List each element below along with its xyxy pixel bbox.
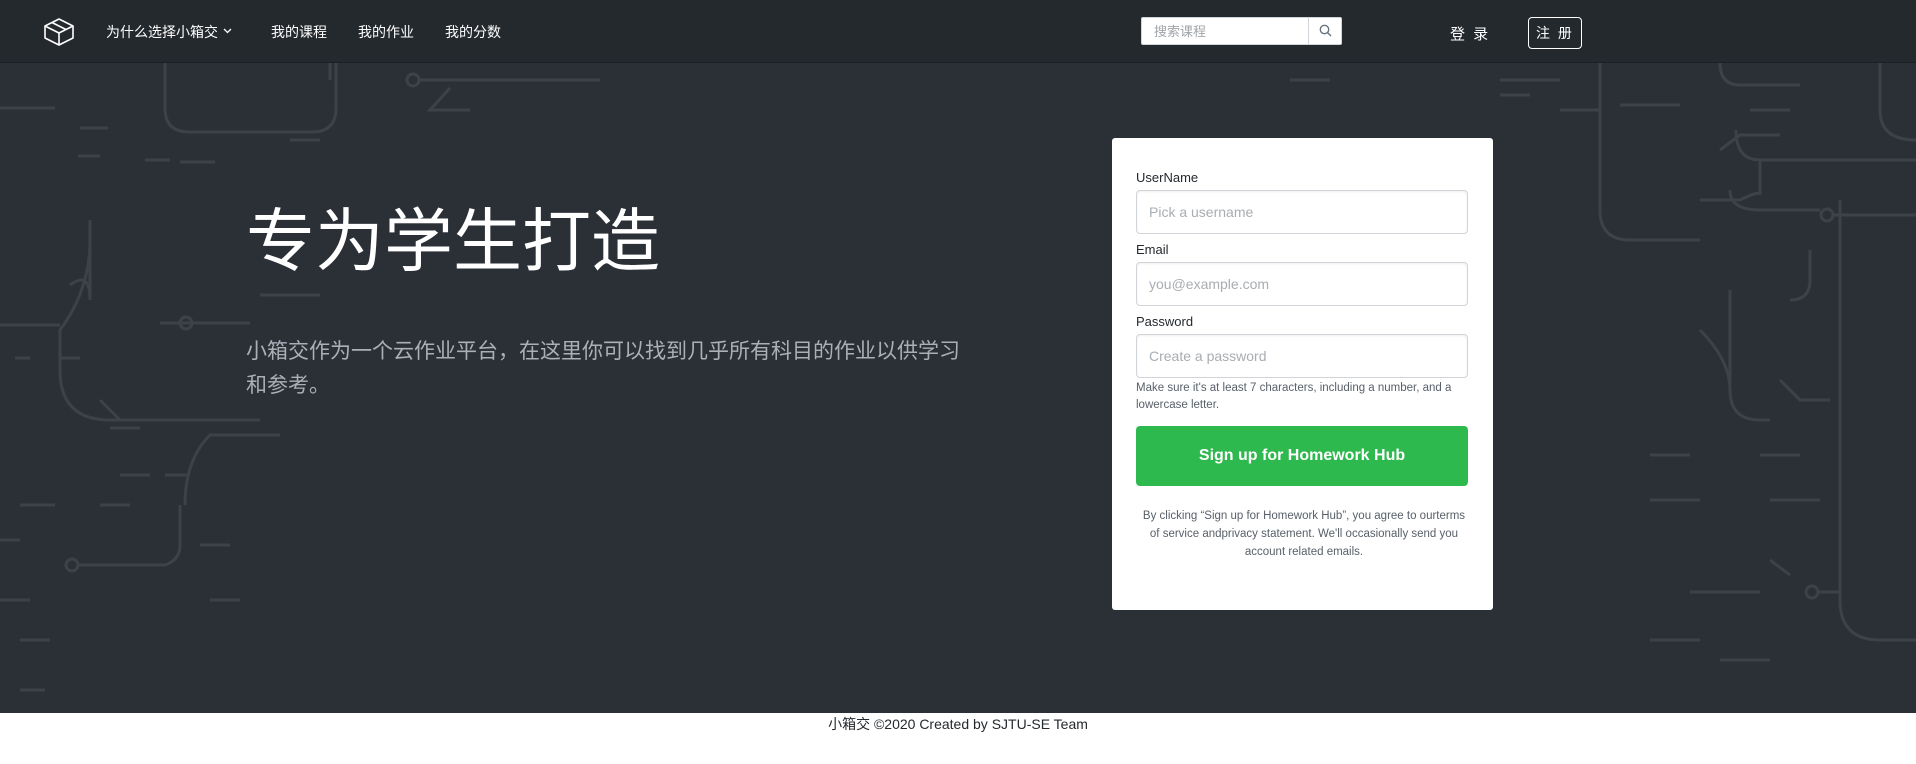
hero-subtitle: 小箱交作为一个云作业平台，在这里你可以找到几乎所有科目的作业以供学习和参考。 bbox=[246, 340, 960, 397]
search-input[interactable] bbox=[1142, 18, 1308, 44]
chevron-down-icon[interactable] bbox=[223, 28, 232, 34]
login-link[interactable]: 登 录 bbox=[1450, 23, 1490, 44]
search-button[interactable] bbox=[1308, 18, 1341, 44]
footer: 小箱交 ©2020 Created by SJTU-SE Team bbox=[0, 713, 1916, 764]
nav-my-scores[interactable]: 我的分数 bbox=[445, 22, 501, 42]
email-label: Email bbox=[1136, 242, 1169, 257]
search-box bbox=[1141, 17, 1342, 45]
register-button[interactable]: 注 册 bbox=[1528, 17, 1582, 49]
terms-notice: By clicking “Sign up for Homework Hub”, … bbox=[1142, 510, 1466, 558]
nav-why-choose[interactable]: 为什么选择小箱交 bbox=[106, 22, 218, 42]
password-field[interactable] bbox=[1136, 334, 1468, 378]
email-field[interactable] bbox=[1136, 262, 1468, 306]
password-hint: Make sure it's at least 7 characters, in… bbox=[1136, 382, 1452, 411]
nav-my-courses[interactable]: 我的课程 bbox=[271, 22, 327, 42]
hero-headline: 专为学生打造 bbox=[246, 203, 660, 280]
nav-my-homework[interactable]: 我的作业 bbox=[358, 22, 414, 42]
signup-button[interactable]: Sign up for Homework Hub bbox=[1136, 426, 1468, 486]
top-navbar: 为什么选择小箱交 我的课程 我的作业 我的分数 登 录 注 册 bbox=[0, 0, 1916, 63]
signup-card: UserName Email Password Make sure it's a… bbox=[1112, 138, 1493, 610]
footer-copyright: 小箱交 ©2020 Created by SJTU-SE Team bbox=[828, 716, 1088, 732]
logo-box-icon[interactable] bbox=[42, 16, 76, 48]
password-label: Password bbox=[1136, 314, 1194, 329]
username-label: UserName bbox=[1136, 170, 1199, 185]
username-field[interactable] bbox=[1136, 190, 1468, 234]
search-icon bbox=[1319, 24, 1332, 37]
